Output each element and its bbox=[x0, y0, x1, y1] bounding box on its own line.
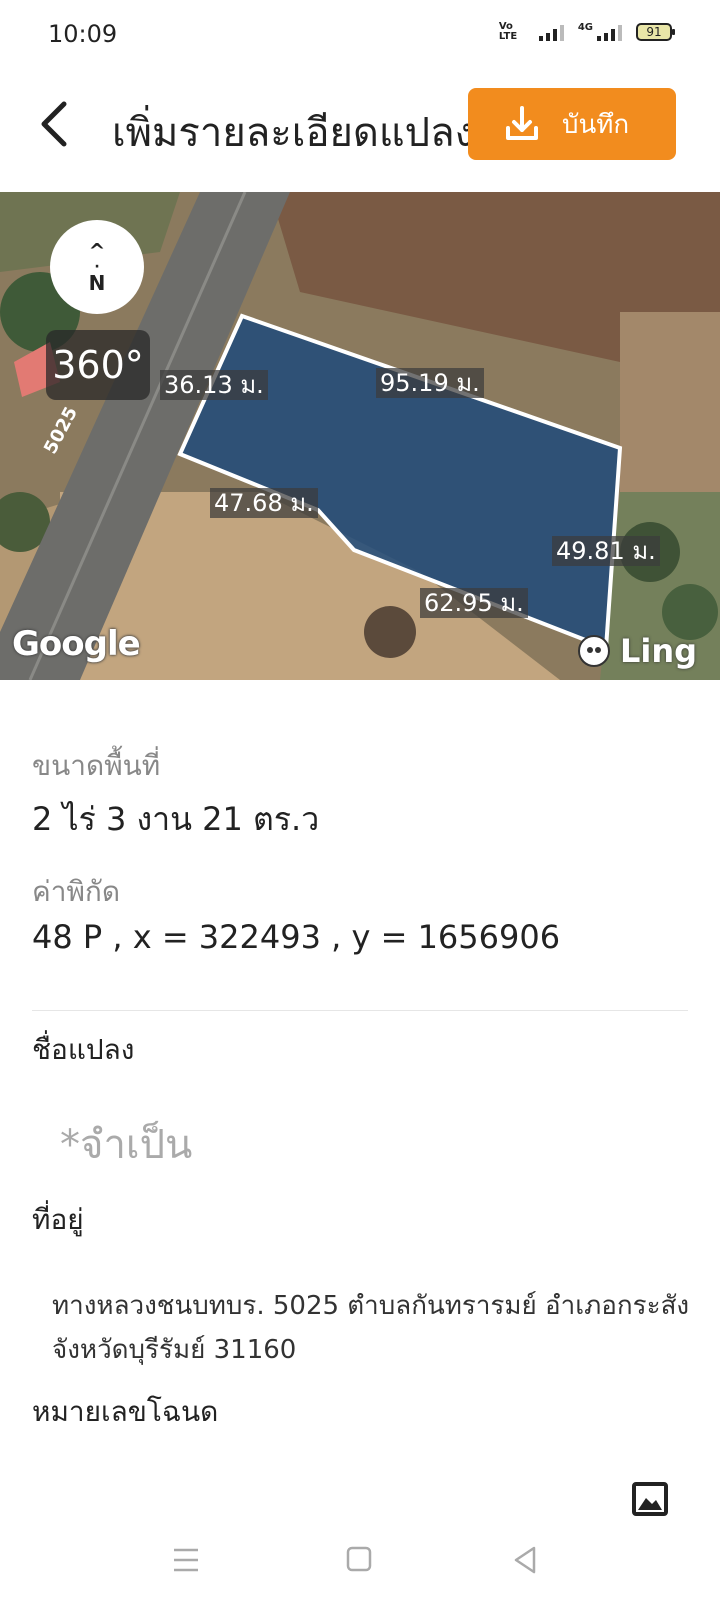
address-label: ที่อยู่ bbox=[32, 1203, 84, 1236]
nav-home-button[interactable] bbox=[340, 1542, 380, 1578]
satellite-map[interactable]: ^ · N 360° 5025 36.13 ม. 95.19 ม. 47.68 … bbox=[0, 192, 720, 680]
menu-icon bbox=[174, 1548, 198, 1572]
page-title: เพิ่มรายละเอียดแปลง bbox=[112, 110, 472, 156]
area-label: ขนาดพื้นที่ bbox=[32, 749, 161, 782]
back-arrow-icon bbox=[41, 101, 67, 147]
status-icons: Vo LTE 4G 91 bbox=[498, 21, 675, 42]
signal-icon-2 bbox=[597, 23, 622, 41]
home-icon bbox=[346, 1546, 372, 1572]
plot-name-input[interactable]: *จำเป็น bbox=[60, 1112, 192, 1176]
battery-icon: 91 bbox=[636, 23, 675, 41]
monkey-icon bbox=[578, 635, 610, 667]
dimension-label: 95.19 ม. bbox=[376, 368, 484, 398]
ling-badge: Ling bbox=[578, 632, 697, 670]
ling-label: Ling bbox=[620, 632, 698, 670]
status-bar: 10:09 Vo LTE 4G 91 bbox=[0, 0, 720, 72]
deed-number-label: หมายเลขโฉนด bbox=[32, 1395, 219, 1428]
coordinate-value: 48 P , x = 322493 , y = 1656906 bbox=[32, 918, 561, 956]
dimension-label: 62.95 ม. bbox=[420, 588, 528, 618]
nav-menu-button[interactable] bbox=[168, 1542, 208, 1578]
compass-button[interactable]: ^ · N bbox=[50, 220, 144, 314]
save-button[interactable]: บันทึก bbox=[468, 88, 676, 160]
system-nav-bar bbox=[0, 1520, 720, 1600]
download-icon bbox=[506, 106, 538, 140]
compass-label: N bbox=[88, 271, 106, 295]
plot-name-label: ชื่อแปลง bbox=[32, 1033, 135, 1066]
dimension-label: 36.13 ม. bbox=[160, 370, 268, 400]
view-360-button[interactable]: 360° bbox=[46, 330, 150, 400]
nav-back-button[interactable] bbox=[508, 1542, 548, 1578]
status-time: 10:09 bbox=[48, 20, 118, 48]
back-triangle-icon bbox=[514, 1546, 536, 1574]
back-button[interactable] bbox=[34, 98, 78, 150]
image-icon[interactable] bbox=[632, 1482, 668, 1516]
dimension-label: 49.81 ม. bbox=[552, 536, 660, 566]
signal-icon bbox=[538, 23, 564, 41]
google-logo: Google bbox=[12, 624, 141, 664]
network-type-label: 4G bbox=[577, 22, 593, 33]
volte-icon: Vo LTE bbox=[498, 21, 518, 42]
header: เพิ่มรายละเอียดแปลง บันทึก bbox=[0, 72, 720, 192]
divider bbox=[32, 1010, 688, 1011]
dimension-label: 47.68 ม. bbox=[210, 488, 318, 518]
area-value: 2 ไร่ 3 งาน 21 ตร.ว bbox=[32, 800, 320, 838]
compass-arrow-icon: ^ bbox=[88, 239, 106, 263]
save-label: บันทึก bbox=[562, 109, 630, 140]
address-value[interactable]: ทางหลวงชนบทบร. 5025 ตำบลกันทรารมย์ อำเภอ… bbox=[52, 1284, 692, 1372]
coordinate-label: ค่าพิกัด bbox=[32, 875, 121, 908]
